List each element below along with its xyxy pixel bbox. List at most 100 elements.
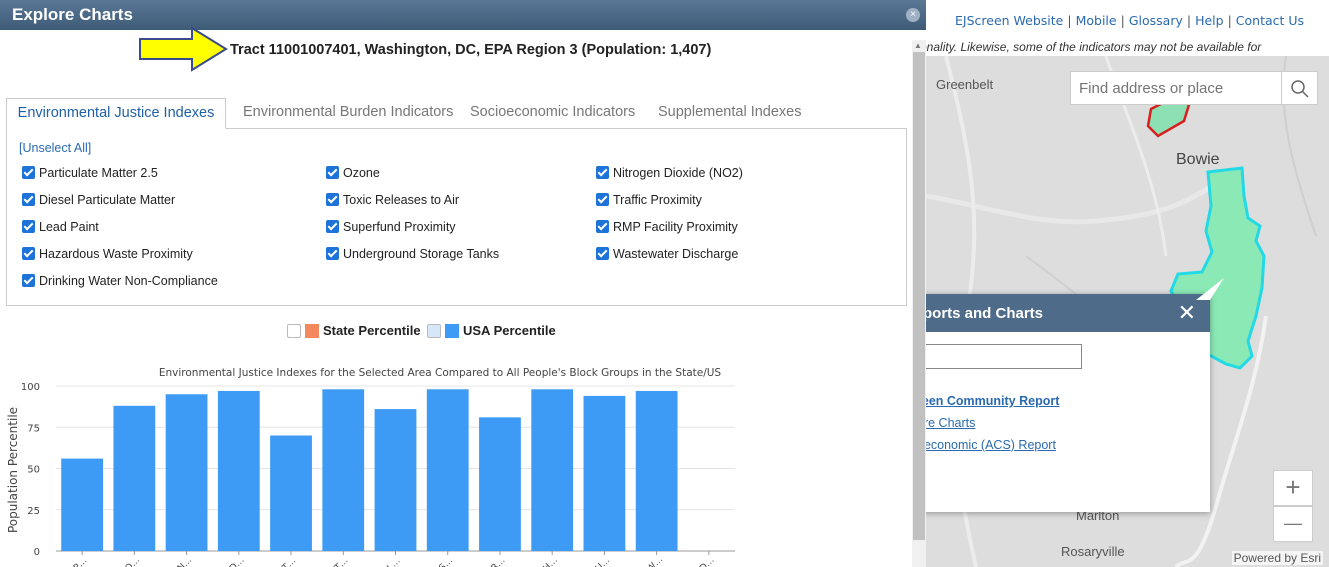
x-tick-label: T… bbox=[280, 556, 298, 567]
map-label-bowie: Bowie bbox=[1176, 151, 1220, 168]
bar-usa-percentile[interactable] bbox=[635, 390, 678, 551]
x-tick-label: D… bbox=[228, 555, 246, 567]
checkbox-lead-paint[interactable]: Lead Paint bbox=[22, 220, 99, 236]
bar-usa-percentile[interactable] bbox=[322, 389, 365, 551]
bar-usa-percentile[interactable] bbox=[165, 394, 208, 551]
checkbox-checked-icon bbox=[326, 247, 339, 260]
header-links: EJScreen Website | Mobile | Glossary | Help | Co… bbox=[955, 13, 1305, 28]
checkbox-checked-icon bbox=[596, 166, 609, 179]
reports-name-input[interactable] bbox=[915, 344, 1082, 369]
reports-panel: ports and Charts ✕ reen Community Report… bbox=[915, 294, 1210, 512]
link-acs-report[interactable]: oeconomic (ACS) Report bbox=[917, 438, 1056, 452]
x-tick-label: N… bbox=[176, 555, 194, 567]
search-input[interactable] bbox=[1070, 71, 1282, 105]
zoom-out-button[interactable]: — bbox=[1273, 506, 1313, 542]
bar-usa-percentile[interactable] bbox=[374, 409, 417, 551]
checkbox-rmp-facility[interactable]: RMP Facility Proximity bbox=[596, 220, 738, 236]
checkbox-diesel-pm[interactable]: Diesel Particulate Matter bbox=[22, 193, 175, 209]
y-tick-label: 0 bbox=[34, 547, 40, 558]
y-tick-label: 75 bbox=[27, 423, 40, 434]
explore-charts-dialog: Explore Charts × Tract 11001007401, Wash… bbox=[0, 0, 926, 567]
bar-usa-percentile[interactable] bbox=[270, 435, 312, 552]
checkbox-no2[interactable]: Nitrogen Dioxide (NO2) bbox=[596, 166, 743, 182]
checkbox-checked-icon bbox=[22, 274, 35, 287]
y-tick-label: 25 bbox=[27, 506, 40, 517]
bar-usa-percentile[interactable] bbox=[426, 389, 469, 551]
checkbox-checked-icon bbox=[22, 193, 35, 206]
bar-usa-percentile[interactable] bbox=[479, 417, 521, 551]
link-help[interactable]: Help bbox=[1195, 13, 1224, 28]
checkbox-ozone[interactable]: Ozone bbox=[326, 166, 380, 182]
checkbox-checked-icon bbox=[22, 166, 35, 179]
x-tick-label: S… bbox=[438, 556, 455, 567]
scrollbar-thumb[interactable] bbox=[913, 52, 925, 540]
legend-state-checkbox[interactable] bbox=[287, 324, 301, 338]
link-glossary[interactable]: Glossary bbox=[1129, 13, 1183, 28]
tab-supplemental[interactable]: Supplemental Indexes bbox=[658, 98, 802, 127]
legend-state[interactable]: State Percentile bbox=[287, 323, 421, 338]
map-attribution[interactable]: Powered by Esri bbox=[1231, 551, 1323, 565]
x-tick-label: W… bbox=[645, 555, 665, 567]
y-tick-label: 50 bbox=[27, 465, 40, 476]
checkbox-checked-icon bbox=[326, 193, 339, 206]
checkbox-drinking-water[interactable]: Drinking Water Non-Compliance bbox=[22, 274, 218, 290]
tract-info: Tract 11001007401, Washington, DC, EPA R… bbox=[230, 42, 712, 58]
x-tick-label: H… bbox=[542, 555, 560, 567]
legend-usa-checkbox[interactable] bbox=[427, 324, 441, 338]
tab-ej-indexes[interactable]: Environmental Justice Indexes bbox=[6, 98, 226, 129]
y-tick-label: 100 bbox=[21, 382, 40, 393]
bar-usa-percentile[interactable] bbox=[217, 390, 260, 551]
checkbox-pm25[interactable]: Particulate Matter 2.5 bbox=[22, 166, 158, 182]
chart-title: Environmental Justice Indexes for the Se… bbox=[159, 367, 722, 379]
map-label-greenbelt: Greenbelt bbox=[936, 77, 994, 92]
x-tick-label: U… bbox=[594, 556, 612, 567]
search-icon bbox=[1291, 80, 1309, 98]
tab-socioeconomic[interactable]: Socioeconomic Indicators bbox=[470, 98, 635, 127]
checkbox-checked-icon bbox=[326, 220, 339, 233]
close-icon[interactable]: ✕ bbox=[1178, 300, 1196, 326]
tab-environmental-burden[interactable]: Environmental Burden Indicators bbox=[243, 98, 453, 127]
checkbox-wastewater[interactable]: Wastewater Discharge bbox=[596, 247, 738, 263]
checkbox-checked-icon bbox=[596, 193, 609, 206]
checkbox-underground-tanks[interactable]: Underground Storage Tanks bbox=[326, 247, 499, 263]
x-tick-label: R… bbox=[490, 556, 508, 567]
bar-usa-percentile[interactable] bbox=[61, 458, 104, 551]
x-tick-label: O… bbox=[124, 555, 142, 567]
x-tick-label: D… bbox=[698, 555, 716, 567]
checkbox-checked-icon bbox=[596, 247, 609, 260]
chart-ylabel: Population Percentile bbox=[6, 407, 20, 533]
bar-usa-percentile[interactable] bbox=[531, 389, 574, 551]
checkbox-checked-icon bbox=[596, 220, 609, 233]
checkbox-superfund[interactable]: Superfund Proximity bbox=[326, 220, 456, 236]
legend-usa[interactable]: USA Percentile bbox=[427, 323, 556, 338]
bar-usa-percentile[interactable] bbox=[113, 405, 156, 551]
reports-panel-header: ports and Charts ✕ bbox=[915, 294, 1210, 332]
scroll-up-icon[interactable]: ▲ bbox=[914, 41, 922, 50]
checkbox-checked-icon bbox=[326, 166, 339, 179]
zoom-in-button[interactable]: + bbox=[1273, 470, 1313, 506]
link-community-report[interactable]: reen Community Report bbox=[917, 394, 1059, 408]
notice-text: tionality. Likewise, some of the indicat… bbox=[914, 40, 1262, 54]
bar-usa-percentile[interactable] bbox=[583, 395, 626, 551]
arrow-annotation-icon bbox=[139, 26, 228, 72]
reports-panel-title: ports and Charts bbox=[923, 305, 1044, 322]
link-mobile[interactable]: Mobile bbox=[1076, 13, 1117, 28]
checkbox-checked-icon bbox=[22, 247, 35, 260]
tab-bar: Environmental Justice Indexes Environmen… bbox=[6, 98, 907, 129]
legend-usa-swatch bbox=[445, 324, 459, 338]
unselect-all-link[interactable]: [Unselect All] bbox=[19, 141, 91, 155]
search-button[interactable] bbox=[1282, 71, 1318, 105]
x-tick-label: L… bbox=[386, 556, 403, 567]
dialog-close-icon[interactable]: × bbox=[906, 8, 920, 22]
link-ejscreen-website[interactable]: EJScreen Website bbox=[955, 13, 1063, 28]
checkbox-traffic-proximity[interactable]: Traffic Proximity bbox=[596, 193, 702, 209]
checkbox-toxic-releases[interactable]: Toxic Releases to Air bbox=[326, 193, 459, 209]
ej-bar-chart: Environmental Justice Indexes for the Se… bbox=[6, 367, 735, 567]
checkbox-checked-icon bbox=[22, 220, 35, 233]
x-tick-label: T… bbox=[332, 556, 350, 567]
link-contact-us[interactable]: Contact Us bbox=[1236, 13, 1304, 28]
checkbox-hazardous-waste[interactable]: Hazardous Waste Proximity bbox=[22, 247, 193, 263]
map-label-rosaryville: Rosaryville bbox=[1061, 544, 1125, 559]
legend-state-swatch bbox=[305, 324, 319, 338]
x-tick-label: P… bbox=[72, 556, 89, 567]
